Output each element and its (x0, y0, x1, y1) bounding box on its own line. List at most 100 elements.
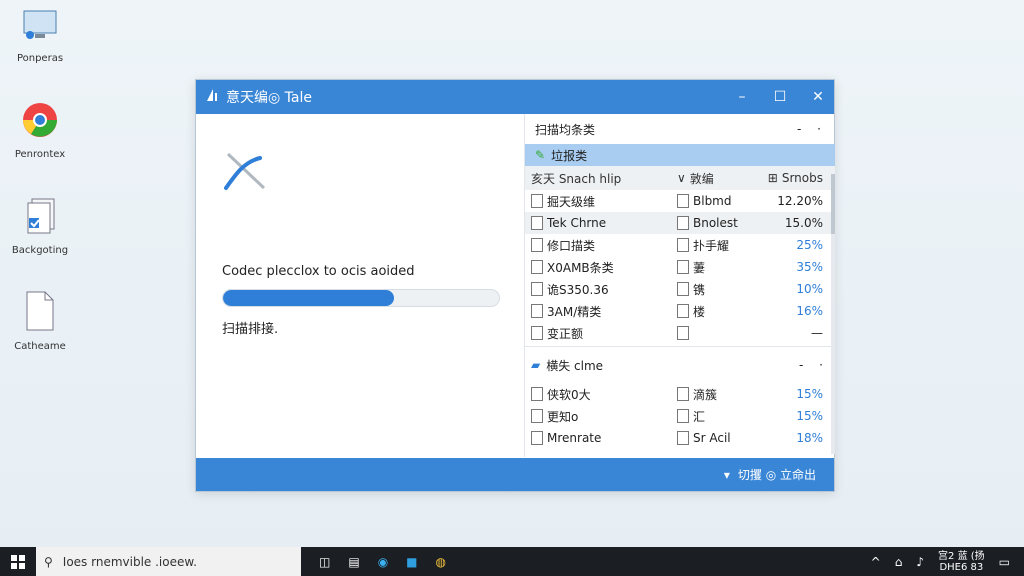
start-button[interactable] (0, 554, 36, 569)
window-title: 意天编◎ Tale (226, 90, 312, 106)
left-pane: Codec plecclox to ocis aoided 扫描排接. (196, 114, 524, 457)
row-percent: 25% (796, 238, 823, 252)
chevron-down-icon: ▾ (723, 467, 730, 482)
clock[interactable]: 宫2 蓝 (扬 DHE6 83 (938, 551, 985, 573)
progress-fill (223, 290, 395, 306)
sub-status-text: 扫描排接. (222, 322, 279, 337)
table-row[interactable]: 掘天级维 Blbmd 12.20% (525, 190, 835, 212)
task-view-icon[interactable]: ◫ (319, 555, 330, 569)
table-row[interactable]: X0AMB条类 萋 35% (525, 256, 835, 278)
row-percent: 15% (796, 409, 823, 423)
file-icon (677, 387, 689, 401)
file-icon (677, 326, 689, 340)
minimize-icon[interactable]: – (734, 89, 750, 105)
table-row[interactable]: 变正额 — (525, 322, 835, 344)
table-row[interactable]: 侠软0大 滴簇 15% (525, 383, 835, 405)
taskbar: ⚲ Ioes rnemvible .ioeew. ◫ ▤ ◉ ■ ◍ ^ ⌂ ♪… (0, 547, 1024, 576)
bottom-bar: ▾ 切攫 ◎ 立命出 (196, 458, 834, 491)
title-bar[interactable]: 意天编◎ Tale – ☐ ✕ (196, 80, 834, 114)
chrome-taskbar-icon[interactable]: ◍ (436, 555, 446, 569)
column-header-name[interactable]: 亥天 Snach hlip (531, 170, 677, 187)
file-icon (677, 282, 689, 296)
row-name: 更知o (547, 409, 579, 424)
file-icon (531, 194, 543, 208)
file-icon (531, 387, 543, 401)
file-icon (677, 194, 689, 208)
table-row[interactable]: 更知o 汇 15% (525, 405, 835, 427)
file-icon (531, 238, 543, 252)
row-type: 滴簇 (693, 387, 718, 402)
row-name: 修口描类 (547, 238, 596, 253)
section-header[interactable]: ▰ 横失 clme - · (525, 346, 835, 383)
row-type: 镌 (693, 282, 706, 297)
pencil-icon: ✎ (535, 148, 546, 162)
chrome-icon (5, 100, 75, 143)
desktop-icon-backup[interactable]: Backgoting (5, 196, 75, 256)
column-headers: 亥天 Snach hlip ∨ 敦编 ⊞ Srnobs (525, 166, 835, 190)
row-percent: 15% (796, 387, 823, 401)
desktop-icon-document[interactable]: Catheame (5, 290, 75, 352)
desktop-icon-label: Ponperas (16, 53, 64, 64)
table-row[interactable]: 3AM/精类 楼 16% (525, 300, 835, 322)
bottom-action-button[interactable]: 切攫 ◎ 立命出 (738, 466, 816, 483)
search-icon: ⚲ (44, 554, 53, 569)
file-icon (677, 260, 689, 274)
table-row[interactable]: 诡S350.36 镌 10% (525, 278, 835, 300)
app-window: 意天编◎ Tale – ☐ ✕ Codec plecclox to ocis a… (195, 79, 835, 492)
row-name: Tek Chrne (547, 216, 607, 230)
panel-header[interactable]: 扫描均条类 - · (525, 114, 835, 144)
windows-icon (11, 554, 25, 569)
row-type: Bnolest (693, 216, 738, 230)
tray-arrow-icon[interactable]: ^ (871, 555, 881, 569)
row-type: Blbmd (693, 194, 732, 208)
scrollbar[interactable] (831, 174, 835, 454)
section-header-label: 横失 clme (546, 358, 604, 373)
desktop-icon-computer[interactable]: Ponperas (5, 8, 75, 64)
row-percent: 35% (796, 260, 823, 274)
file-icon (531, 326, 543, 340)
monitor-icon (5, 8, 75, 47)
file-icon (531, 282, 543, 296)
file-explorer-icon[interactable]: ▤ (348, 555, 359, 569)
desktop-icon-browser[interactable]: Penrontex (5, 100, 75, 160)
row-type: 萋 (693, 260, 706, 275)
file-icon (677, 238, 689, 252)
network-icon[interactable]: ⌂ (895, 555, 903, 569)
collapse-icon[interactable]: - · (797, 122, 827, 136)
desktop-icon-label: Backgoting (11, 245, 69, 256)
table-row[interactable]: 修口描类 扑手耀 25% (525, 234, 835, 256)
edge-icon[interactable]: ◉ (378, 555, 388, 569)
store-icon[interactable]: ■ (406, 555, 417, 569)
file-icon (677, 216, 689, 230)
table-row[interactable]: Mrenrate Sr Acil 18% (525, 427, 835, 449)
collapse-icon[interactable]: - · (799, 358, 829, 372)
taskbar-search[interactable]: ⚲ Ioes rnemvible .ioeew. (36, 547, 301, 576)
desktop-icon-label: Catheame (14, 341, 66, 352)
row-name: 掘天级维 (547, 194, 596, 209)
status-text: Codec plecclox to ocis aoided (222, 264, 415, 279)
row-percent: 15.0% (784, 216, 823, 230)
file-icon (531, 260, 543, 274)
row-percent: 10% (796, 282, 823, 296)
row-type: Sr Acil (693, 431, 731, 445)
document-icon (5, 290, 75, 335)
row-name: 变正额 (547, 326, 584, 341)
file-icon (531, 431, 543, 445)
app-logo-icon (204, 87, 220, 107)
row-name: 3AM/精类 (547, 304, 602, 319)
row-name: Mrenrate (547, 431, 602, 445)
desktop-icon-label: Penrontex (14, 149, 66, 160)
progress-bar (222, 289, 500, 307)
table-row[interactable]: Tek Chrne Bnolest 15.0% (525, 212, 835, 234)
file-icon (677, 409, 689, 423)
column-header-type[interactable]: ∨ 敦编 (677, 170, 763, 187)
maximize-icon[interactable]: ☐ (772, 89, 788, 105)
right-pane: 扫描均条类 - · ✎ 垃报类 亥天 Snach hlip ∨ 敦编 ⊞ Srnob… (524, 114, 835, 457)
column-header-size[interactable]: ⊞ Srnobs (763, 171, 823, 185)
volume-icon[interactable]: ♪ (916, 555, 924, 569)
row-type: 汇 (693, 409, 706, 424)
close-icon[interactable]: ✕ (810, 89, 826, 105)
selected-category[interactable]: ✎ 垃报类 (525, 144, 835, 166)
scrollbar-thumb[interactable] (831, 174, 835, 234)
notification-icon[interactable]: ▭ (999, 555, 1010, 569)
